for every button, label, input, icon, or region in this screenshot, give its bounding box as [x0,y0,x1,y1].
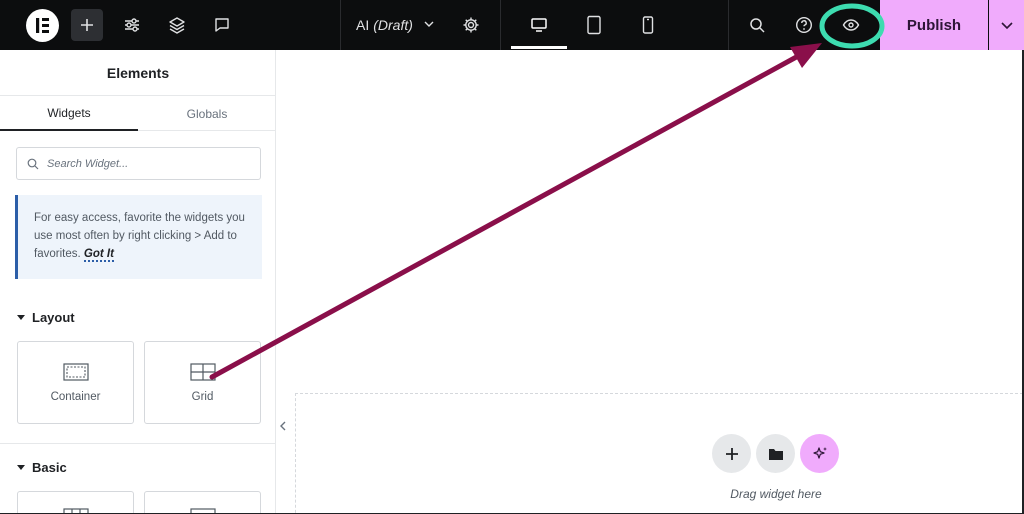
document-title: AI [356,17,370,33]
site-settings-button[interactable] [116,9,148,41]
editor-topbar: AI (Draft) Publish [0,0,1024,50]
sparkle-icon [812,446,827,459]
elements-panel: Elements Widgets Globals For easy access… [0,50,276,514]
container-icon [62,362,89,381]
search-icon [27,158,39,169]
drag-widget-hint: Drag widget here [730,487,822,501]
chevron-left-icon [280,421,286,431]
sliders-icon [125,18,139,32]
plus-icon [725,447,738,460]
section-title: Layout [32,309,75,325]
add-element-button[interactable] [71,9,103,41]
section-title: Basic [32,459,67,475]
caret-down-icon [17,464,25,470]
topbar-divider [340,0,341,50]
collapse-panel-handle[interactable] [276,413,290,439]
notes-button[interactable] [206,9,238,41]
search-icon [749,17,765,33]
tip-text: For easy access, favorite the widgets yo… [34,212,245,260]
add-section-button[interactable] [712,434,751,473]
elementor-logo-icon[interactable] [26,9,59,42]
annotation-arrow-line [209,52,803,380]
widget-inner-section[interactable] [17,491,134,514]
help-button[interactable] [788,9,820,41]
desktop-icon [531,18,547,32]
section-layout[interactable]: Layout [17,307,75,327]
publish-options-button[interactable] [989,0,1024,50]
section-basic[interactable]: Basic [17,457,67,477]
widget-label: Grid [191,390,214,403]
search-widget-input[interactable] [47,157,247,170]
chevron-down-icon [1000,22,1013,30]
widget-grid[interactable]: Grid [144,341,261,424]
tab-widgets[interactable]: Widgets [0,96,138,131]
eye-icon [842,19,860,31]
widget-heading[interactable] [144,491,261,514]
gear-icon [463,17,479,33]
panel-title: Elements [0,50,275,96]
device-mobile-button[interactable] [632,9,664,41]
help-circle-icon [795,16,813,34]
ai-generate-button[interactable] [800,434,839,473]
grid-icon [189,362,216,381]
plus-icon [81,19,93,31]
structure-button[interactable] [161,9,193,41]
document-title-menu[interactable]: AI (Draft) [356,0,435,50]
tab-globals[interactable]: Globals [138,96,275,131]
active-device-indicator [511,46,567,49]
add-template-button[interactable] [756,434,795,473]
drop-zone[interactable] [295,393,1023,514]
topbar-divider [728,0,729,50]
widget-container[interactable]: Container [17,341,134,424]
publish-button[interactable]: Publish [880,0,988,50]
document-status: (Draft) [373,17,413,33]
got-it-link[interactable]: Got It [83,248,114,262]
page-settings-button[interactable] [455,9,487,41]
comment-icon [215,18,229,32]
layers-icon [169,17,185,34]
widget-search-box[interactable] [16,147,261,180]
tablet-icon [587,15,601,35]
panel-tabs: Widgets Globals [0,96,275,131]
widget-label: Container [50,390,101,403]
caret-down-icon [17,314,25,320]
preview-button[interactable] [835,9,867,41]
favorites-tip: For easy access, favorite the widgets yo… [15,195,262,279]
chevron-down-icon [423,17,435,33]
mobile-icon [642,16,654,34]
search-button[interactable] [741,9,773,41]
device-desktop-button[interactable] [523,9,555,41]
folder-icon [768,448,783,460]
section-divider [0,443,275,444]
topbar-divider [500,0,501,50]
device-tablet-button[interactable] [578,9,610,41]
